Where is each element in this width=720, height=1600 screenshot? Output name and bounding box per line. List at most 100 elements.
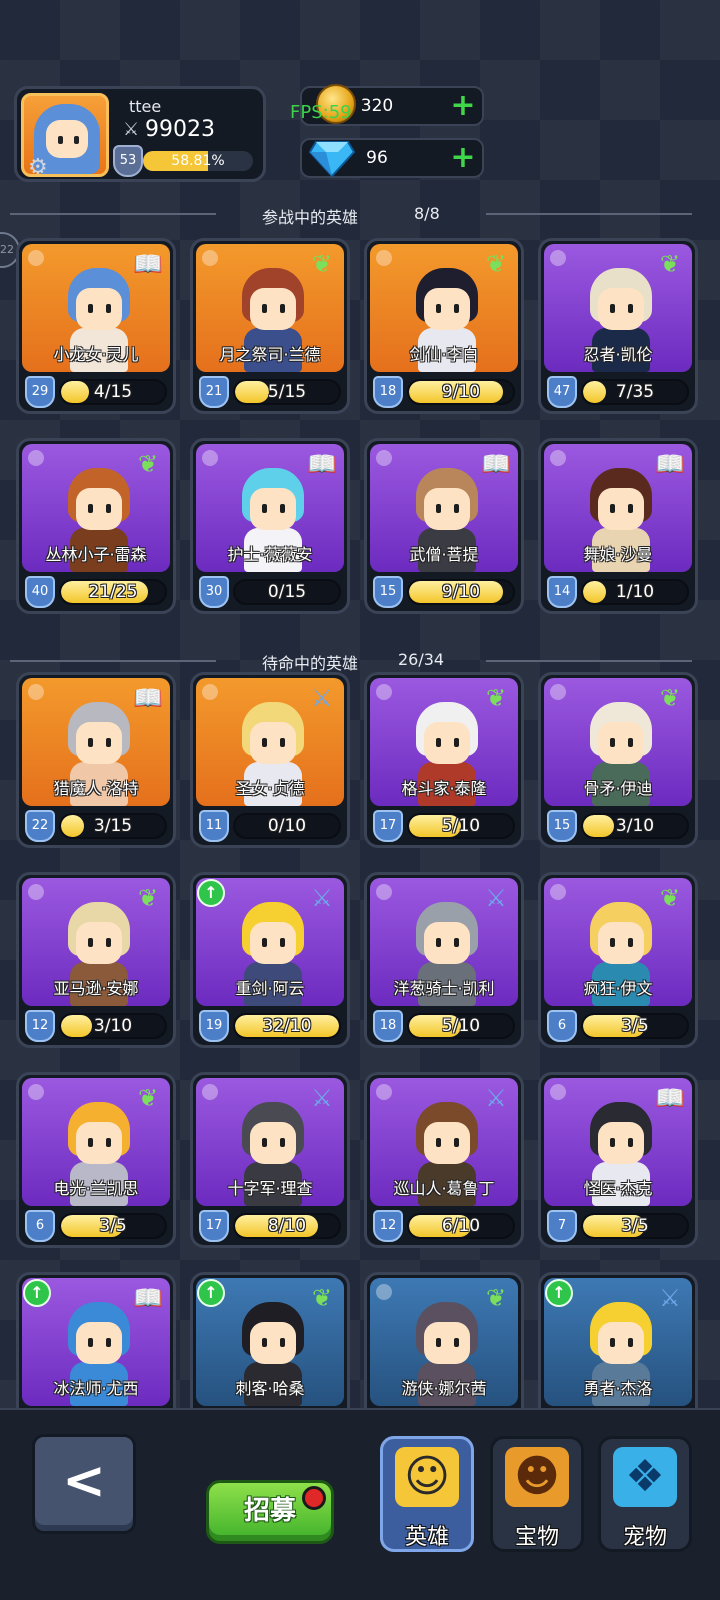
hero-name: 电光·兰凯思 — [53, 1179, 139, 1198]
hero-card[interactable]: ❦ 剑仙·李白 18 9/10 — [364, 238, 524, 414]
hero-card[interactable]: ❦ 丛林小子·雷森 40 21/25 — [16, 438, 176, 614]
upgrade-arrow-icon: ↑ — [23, 1279, 51, 1307]
fragment-progress-bar: 8/10 — [233, 1213, 341, 1239]
book-type-icon: 📖 — [655, 1084, 685, 1112]
book-type-icon: 📖 — [133, 1284, 163, 1312]
fragment-progress-bar: 4/15 — [59, 379, 167, 405]
fragment-progress-bar: 5/10 — [407, 1013, 515, 1039]
hero-name: 骨矛·伊迪 — [583, 779, 653, 798]
sword-type-icon: ⚔ — [311, 884, 333, 912]
wing-type-icon: ❦ — [659, 684, 681, 712]
fragment-count: 1/10 — [615, 582, 655, 602]
hero-name: 冰法师·尤西 — [53, 1379, 139, 1398]
fragment-count: 9/10 — [441, 382, 481, 402]
hero-name: 武僧·菩提 — [409, 545, 479, 564]
hero-name: 小龙女·灵儿 — [53, 345, 139, 364]
hero-level-badge: 6 — [547, 1010, 577, 1042]
sword-type-icon: ⚔ — [311, 1084, 333, 1112]
hero-level-badge: 6 — [25, 1210, 55, 1242]
fragment-count: 0/15 — [267, 582, 307, 602]
hero-card[interactable]: 📖 小龙女·灵儿 29 4/15 — [16, 238, 176, 414]
fragment-progress-bar: 1/10 — [581, 579, 689, 605]
hero-card[interactable]: ⚔ ↑ 重剑·阿云 19 32/10 — [190, 872, 350, 1048]
tab-treasure[interactable]: ☻ 宝物 — [490, 1436, 584, 1552]
fragment-progress-bar: 9/10 — [407, 579, 515, 605]
hero-level-badge: 15 — [547, 810, 577, 842]
hero-level-badge: 15 — [373, 576, 403, 608]
hero-card[interactable]: 📖 猎魔人·洛特 22 3/15 — [16, 672, 176, 848]
player-power: 99023 — [145, 117, 215, 142]
hero-card[interactable]: ❦ 月之祭司·兰德 21 5/15 — [190, 238, 350, 414]
notification-dot — [302, 1486, 326, 1510]
hero-level-badge: 21 — [199, 376, 229, 408]
hero-card[interactable]: ⚔ 圣女·贞德 11 0/10 — [190, 672, 350, 848]
hero-card[interactable]: ❦ 亚马逊·安娜 12 3/10 — [16, 872, 176, 1048]
hero-level-badge: 14 — [547, 576, 577, 608]
player-level-badge: 53 — [113, 145, 143, 177]
hero-card[interactable]: 📖 护士·薇薇安 30 0/15 — [190, 438, 350, 614]
hero-card[interactable]: ⚔ 洋葱骑士·凯利 18 5/10 — [364, 872, 524, 1048]
book-type-icon: 📖 — [655, 450, 685, 478]
back-button[interactable]: < — [32, 1434, 136, 1534]
add-gems-button[interactable]: + — [448, 143, 478, 173]
hero-name: 洋葱骑士·凯利 — [393, 979, 495, 998]
hero-card[interactable]: ❦ 电光·兰凯思 6 3/5 — [16, 1072, 176, 1248]
hero-card[interactable]: ❦ 疯狂·伊文 6 3/5 — [538, 872, 698, 1048]
hero-name: 忍者·凯伦 — [583, 345, 653, 364]
tab-pets[interactable]: ❖ 宠物 — [598, 1436, 692, 1552]
hero-level-badge: 40 — [25, 576, 55, 608]
fragment-progress-bar: 7/35 — [581, 379, 689, 405]
hero-card[interactable]: ❦ 忍者·凯伦 47 7/35 — [538, 238, 698, 414]
hero-card[interactable]: 📖 舞娘·沙曼 14 1/10 — [538, 438, 698, 614]
hero-name: 勇者·杰洛 — [583, 1379, 653, 1398]
reserve-section-title: 待命中的英雄 — [262, 654, 359, 673]
battle-section-title: 参战中的英雄 — [262, 208, 359, 227]
hero-name: 月之祭司·兰德 — [219, 345, 321, 364]
hero-level-badge: 29 — [25, 376, 55, 408]
hero-name: 疯狂·伊文 — [583, 979, 653, 998]
fragment-count: 7/35 — [615, 382, 655, 402]
hero-card[interactable]: ⚔ 十字军·理查 17 8/10 — [190, 1072, 350, 1248]
reserve-section-count: 26/34 — [398, 650, 445, 669]
hero-name: 十字军·理查 — [227, 1179, 313, 1198]
settings-gear-icon[interactable]: ⚙ — [28, 156, 52, 175]
tab-heroes[interactable]: ☺ 英雄 — [380, 1436, 474, 1552]
book-type-icon: 📖 — [481, 450, 511, 478]
hero-level-badge: 30 — [199, 576, 229, 608]
treasure-icon: ☻ — [505, 1447, 569, 1507]
fragment-count: 5/10 — [441, 816, 481, 836]
fragment-progress-bar: 3/5 — [59, 1213, 167, 1239]
hero-level-badge: 12 — [373, 1210, 403, 1242]
wing-type-icon: ❦ — [485, 1284, 507, 1312]
add-coins-button[interactable]: + — [448, 91, 478, 121]
fps-counter: FPS:59 — [290, 102, 352, 123]
tab-heroes-label: 英雄 — [404, 1525, 449, 1550]
hero-level-badge: 17 — [373, 810, 403, 842]
upgrade-arrow-icon: ↑ — [197, 879, 225, 907]
upgrade-arrow-icon: ↑ — [197, 1279, 225, 1307]
sword-type-icon: ⚔ — [311, 684, 333, 712]
pet-icon: ❖ — [613, 1447, 677, 1507]
fragment-count: 6/10 — [441, 1216, 481, 1236]
section-divider-right — [486, 213, 692, 215]
hero-card[interactable]: ⚔ 巡山人·葛鲁丁 12 6/10 — [364, 1072, 524, 1248]
player-avatar[interactable]: ⚙ — [21, 93, 109, 177]
section-divider-left — [10, 213, 216, 215]
hero-card[interactable]: 📖 武僧·菩提 15 9/10 — [364, 438, 524, 614]
fragment-progress-bar: 6/10 — [407, 1213, 515, 1239]
hero-name: 护士·薇薇安 — [227, 545, 313, 564]
hero-card[interactable]: ❦ 格斗家·泰隆 17 5/10 — [364, 672, 524, 848]
fragment-count: 21/25 — [88, 582, 138, 602]
hero-card[interactable]: ❦ 骨矛·伊迪 15 3/10 — [538, 672, 698, 848]
section-divider-left — [10, 660, 216, 662]
fragment-progress-bar: 32/10 — [233, 1013, 341, 1039]
hero-name: 怪医·杰克 — [583, 1179, 653, 1198]
fragment-count: 9/10 — [441, 582, 481, 602]
wing-type-icon: ❦ — [311, 250, 333, 278]
hero-card[interactable]: 📖 怪医·杰克 7 3/5 — [538, 1072, 698, 1248]
hero-name: 游侠·娜尔茜 — [401, 1379, 487, 1398]
player-profile-panel[interactable]: ⚙ ttee ⚔ 99023 53 58.81% — [14, 86, 266, 182]
fragment-count: 3/5 — [621, 1216, 649, 1236]
tab-treasure-label: 宝物 — [514, 1525, 559, 1550]
player-name: ttee — [129, 97, 162, 116]
